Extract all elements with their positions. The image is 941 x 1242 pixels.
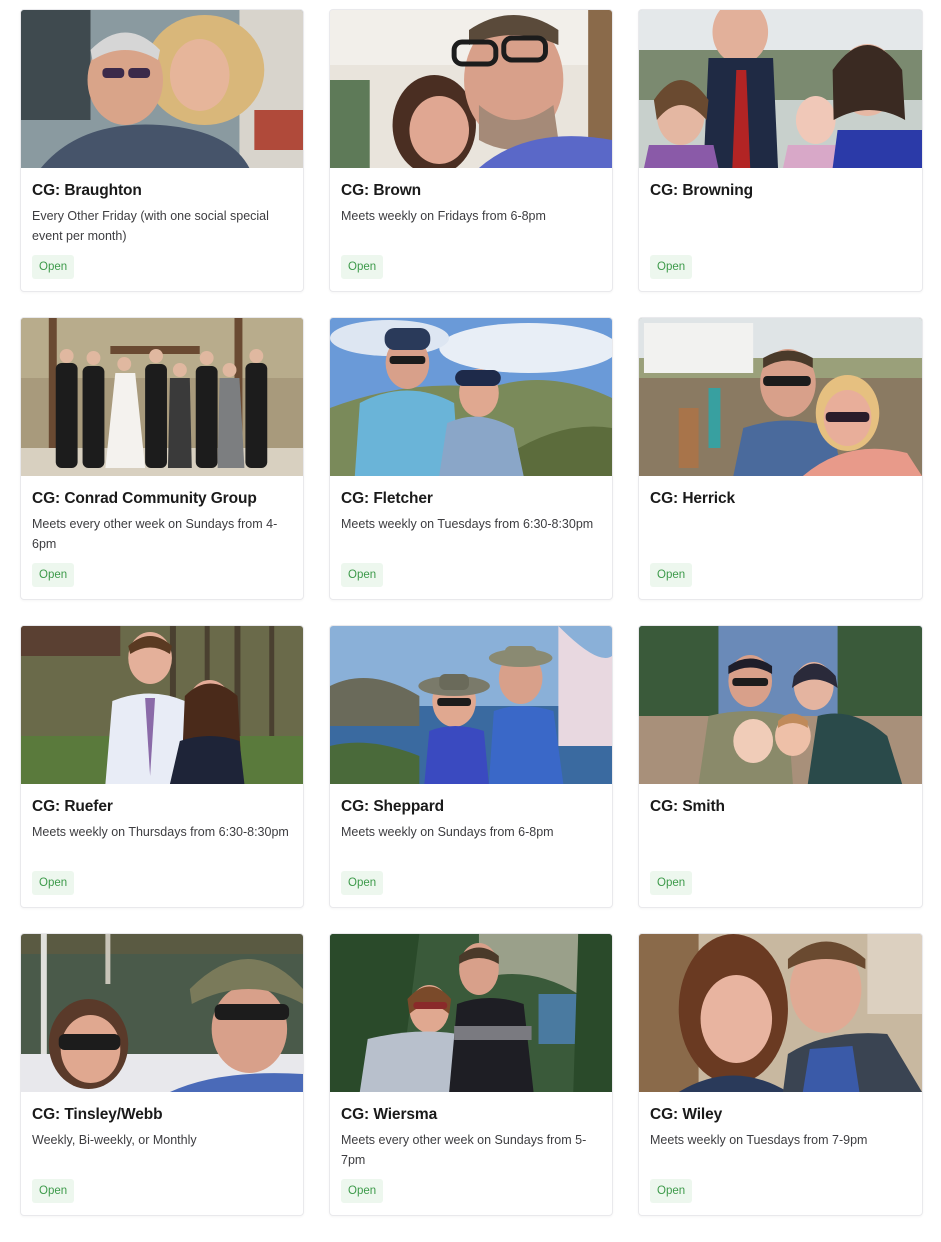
status-badge: Open — [32, 871, 75, 895]
group-title[interactable]: CG: Sheppard — [341, 798, 601, 816]
group-title[interactable]: CG: Wiersma — [341, 1106, 601, 1124]
group-photo — [639, 626, 922, 784]
group-card[interactable]: CG: Conrad Community Group Meets every o… — [20, 317, 304, 600]
group-photo — [639, 934, 922, 1092]
status-badge: Open — [32, 563, 75, 587]
community-group-grid: CG: Braughton Every Other Friday (with o… — [20, 9, 923, 1216]
group-card[interactable]: CG: Herrick Open — [638, 317, 923, 600]
group-photo — [21, 10, 303, 168]
group-schedule: Weekly, Bi-weekly, or Monthly — [32, 1133, 197, 1147]
status-badge: Open — [32, 1179, 75, 1203]
group-schedule: Meets every other week on Sundays from 4… — [32, 517, 278, 551]
group-photo — [21, 318, 303, 476]
status-badge: Open — [341, 871, 384, 895]
group-photo — [21, 934, 303, 1092]
group-card[interactable]: CG: Wiley Meets weekly on Tuesdays from … — [638, 933, 923, 1216]
group-photo — [330, 934, 612, 1092]
group-title[interactable]: CG: Braughton — [32, 182, 292, 200]
group-card[interactable]: CG: Browning Open — [638, 9, 923, 292]
group-title[interactable]: CG: Wiley — [650, 1106, 911, 1124]
status-badge: Open — [341, 255, 384, 279]
group-schedule: Meets weekly on Sundays from 6-8pm — [341, 825, 554, 839]
group-card[interactable]: CG: Braughton Every Other Friday (with o… — [20, 9, 304, 292]
group-card[interactable]: CG: Smith Open — [638, 625, 923, 908]
group-photo — [21, 626, 303, 784]
group-card[interactable]: CG: Ruefer Meets weekly on Thursdays fro… — [20, 625, 304, 908]
group-title[interactable]: CG: Conrad Community Group — [32, 490, 292, 508]
group-title[interactable]: CG: Herrick — [650, 490, 911, 508]
group-card[interactable]: CG: Sheppard Meets weekly on Sundays fro… — [329, 625, 613, 908]
group-photo — [639, 10, 922, 168]
group-schedule — [650, 514, 911, 554]
group-title[interactable]: CG: Tinsley/Webb — [32, 1106, 292, 1124]
status-badge: Open — [341, 563, 384, 587]
group-title[interactable]: CG: Smith — [650, 798, 911, 816]
group-schedule: Meets weekly on Thursdays from 6:30-8:30… — [32, 825, 289, 839]
group-title[interactable]: CG: Ruefer — [32, 798, 292, 816]
group-title[interactable]: CG: Brown — [341, 182, 601, 200]
group-photo — [330, 318, 612, 476]
group-card[interactable]: CG: Wiersma Meets every other week on Su… — [329, 933, 613, 1216]
group-title[interactable]: CG: Browning — [650, 182, 911, 200]
group-schedule: Meets weekly on Fridays from 6-8pm — [341, 209, 546, 223]
group-photo — [639, 318, 922, 476]
group-card[interactable]: CG: Tinsley/Webb Weekly, Bi-weekly, or M… — [20, 933, 304, 1216]
group-schedule: Meets weekly on Tuesdays from 7-9pm — [650, 1133, 868, 1147]
status-badge: Open — [32, 255, 75, 279]
group-card[interactable]: CG: Brown Meets weekly on Fridays from 6… — [329, 9, 613, 292]
status-badge: Open — [650, 255, 693, 279]
group-schedule: Meets every other week on Sundays from 5… — [341, 1133, 587, 1167]
group-photo — [330, 626, 612, 784]
group-schedule: Meets weekly on Tuesdays from 6:30-8:30p… — [341, 517, 594, 531]
status-badge: Open — [341, 1179, 384, 1203]
group-schedule — [650, 206, 911, 246]
group-schedule — [650, 822, 911, 862]
group-schedule: Every Other Friday (with one social spec… — [32, 209, 269, 243]
status-badge: Open — [650, 563, 693, 587]
status-badge: Open — [650, 871, 693, 895]
group-photo — [330, 10, 612, 168]
group-title[interactable]: CG: Fletcher — [341, 490, 601, 508]
status-badge: Open — [650, 1179, 693, 1203]
group-card[interactable]: CG: Fletcher Meets weekly on Tuesdays fr… — [329, 317, 613, 600]
